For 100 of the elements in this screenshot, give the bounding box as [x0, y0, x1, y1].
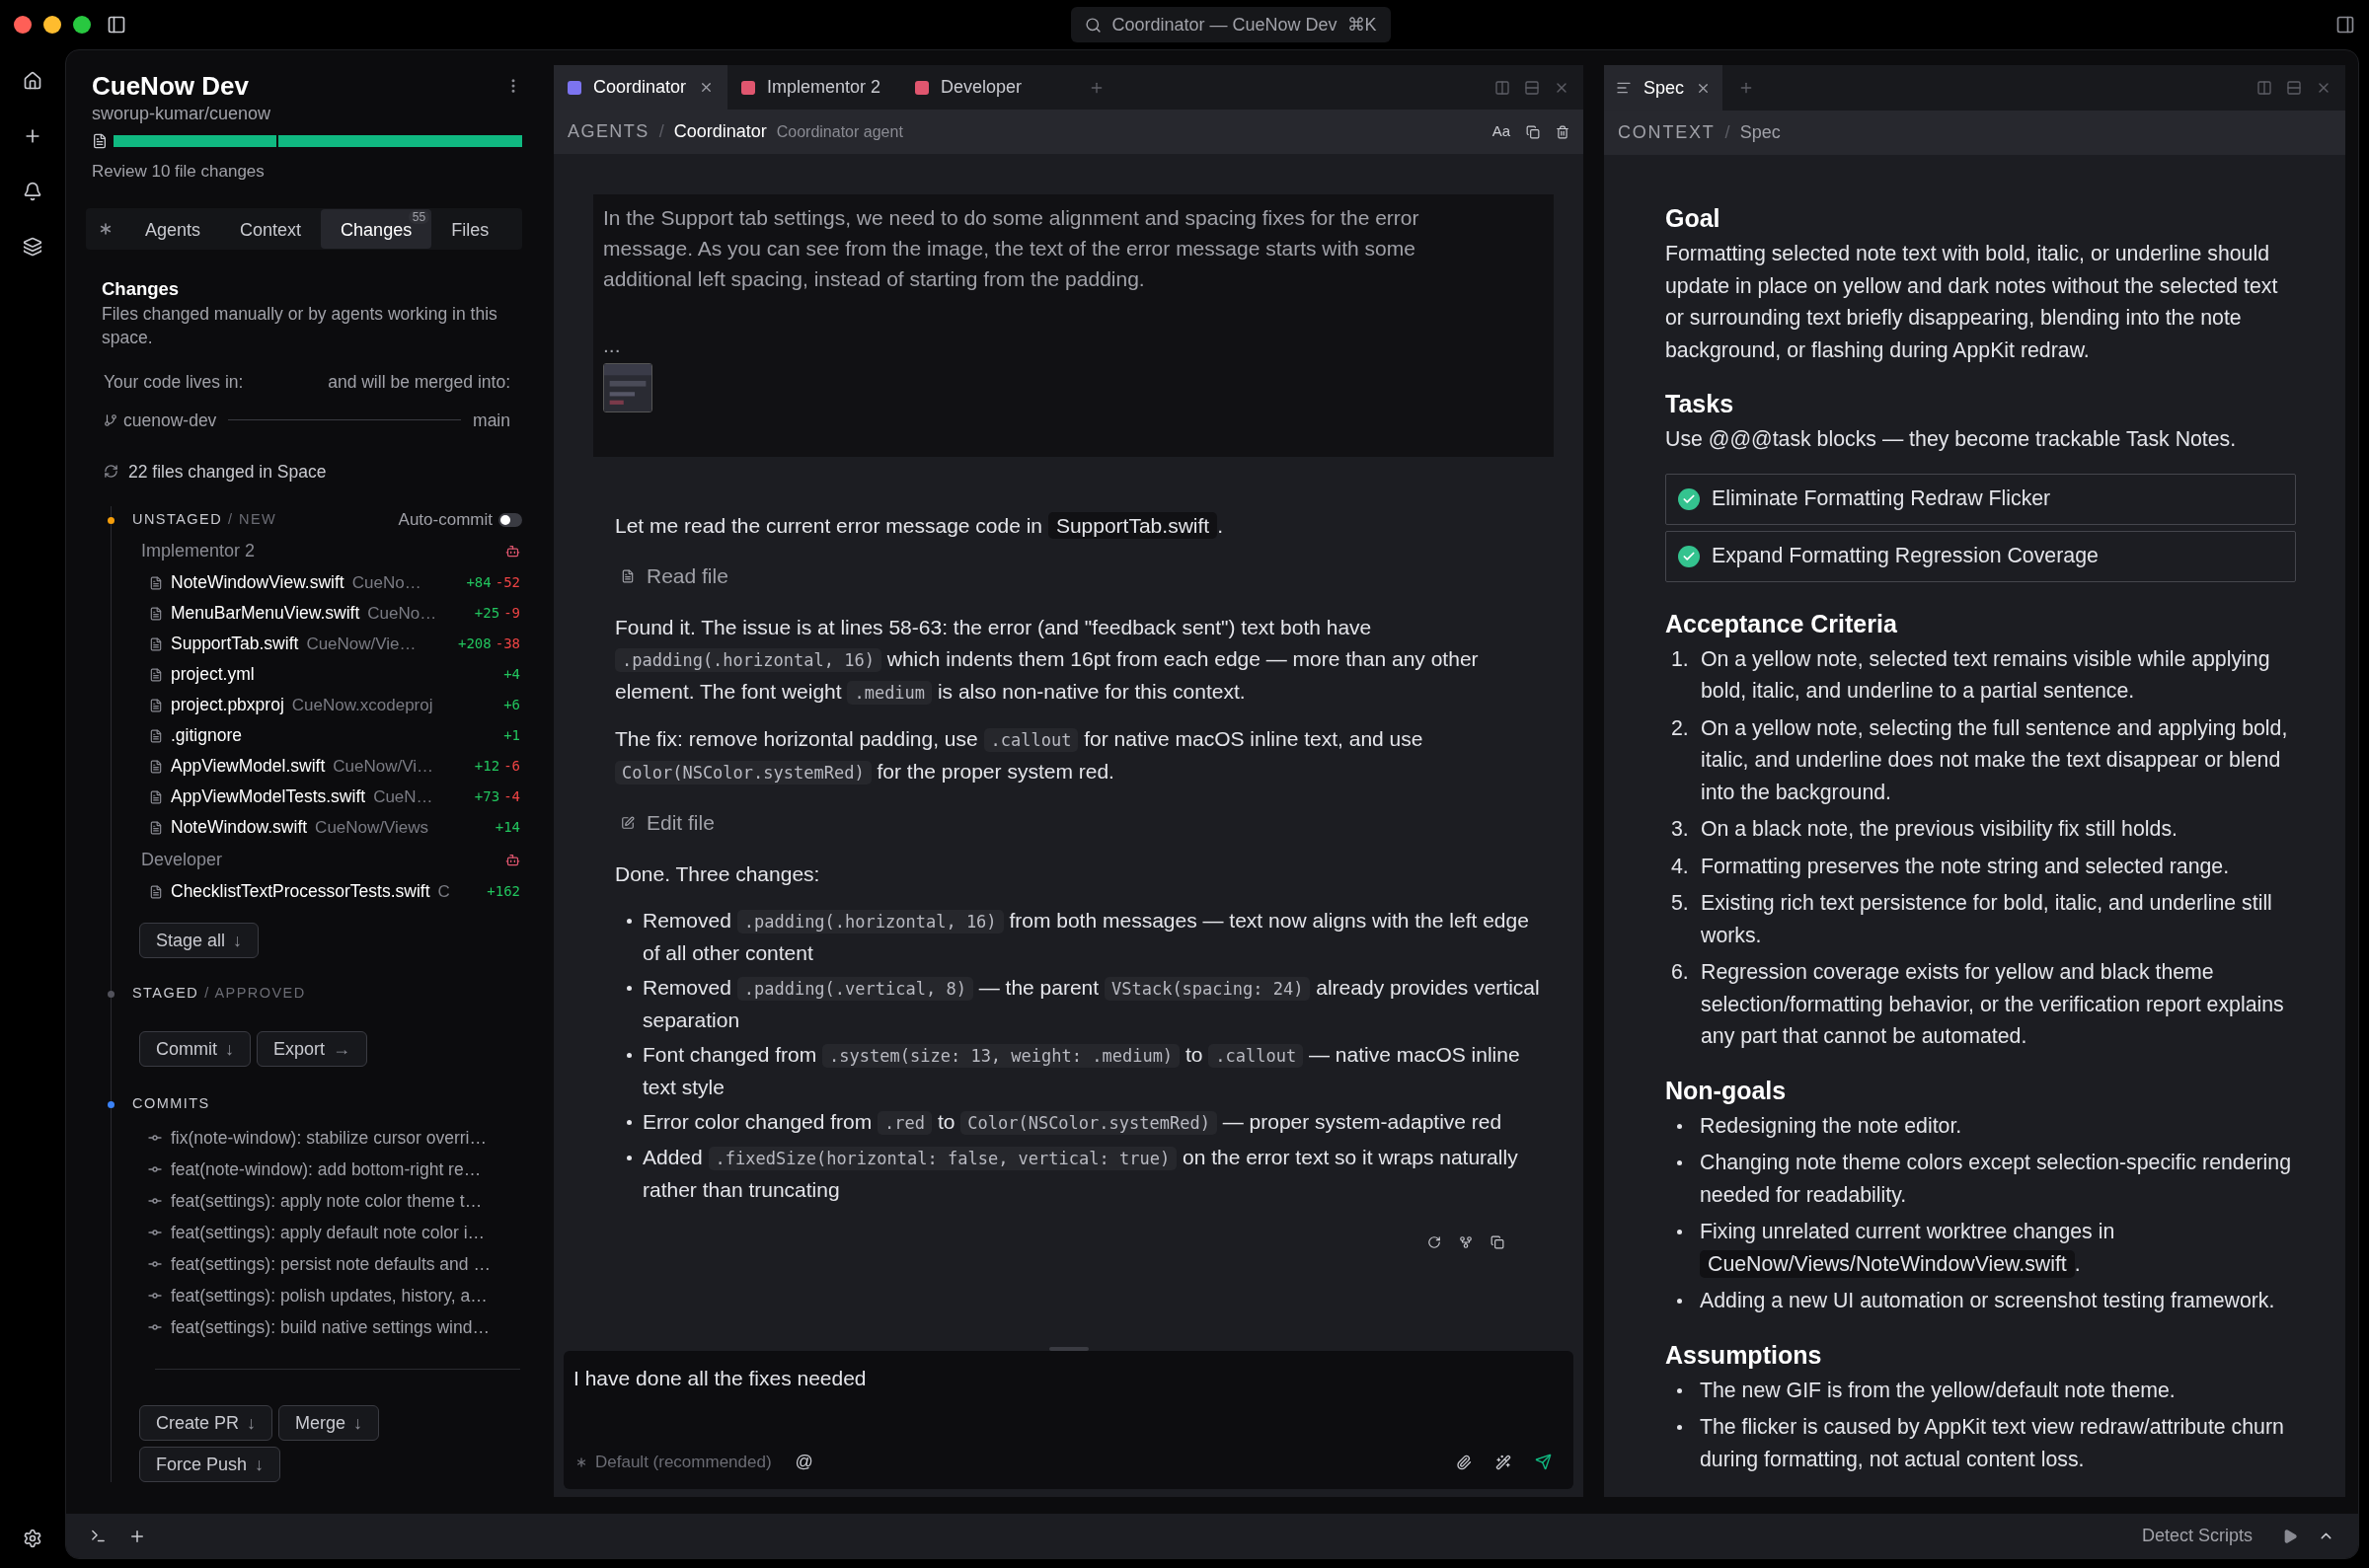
file-name[interactable]: NoteWindow.swift: [171, 814, 308, 841]
trash-icon[interactable]: [1556, 124, 1569, 139]
commit-message[interactable]: fix(note-window): stabilize cursor overri…: [171, 1124, 487, 1152]
fork-icon[interactable]: [1459, 1235, 1473, 1249]
tab[interactable]: Context: [220, 208, 322, 249]
file-name[interactable]: project.pbxproj: [171, 692, 284, 718]
section-heading: Assumptions: [1665, 1339, 1823, 1371]
file-icon: [149, 820, 163, 835]
file-name[interactable]: AppViewModelTests.swift: [171, 784, 366, 810]
commit-message[interactable]: feat(settings): apply note color theme t…: [171, 1187, 483, 1215]
bullet-icon: [1677, 1230, 1682, 1234]
section-heading: Goal: [1665, 203, 1721, 234]
task-card[interactable]: Eliminate Formatting Redraw Flicker: [1665, 473, 2296, 525]
split-vertical-icon[interactable]: [1494, 79, 1510, 96]
tab[interactable]: Files: [431, 208, 509, 249]
tab[interactable]: Coordinator: [554, 65, 727, 110]
added-count: +208: [458, 635, 492, 653]
tab[interactable]: Implementor 2: [727, 65, 901, 110]
file-name[interactable]: .gitignore: [171, 722, 242, 749]
commit-message[interactable]: feat(settings): build native settings wind…: [171, 1313, 490, 1341]
zoom-window-button[interactable]: [73, 16, 91, 34]
send-icon[interactable]: [1535, 1454, 1552, 1470]
file-icon: [149, 575, 163, 590]
retry-icon[interactable]: [1427, 1235, 1441, 1249]
changes-description: Files changed manually or by agents working in this space.: [101, 303, 498, 350]
task-title: Eliminate Formatting Redraw Flicker: [1712, 485, 2051, 513]
resize-handle[interactable]: [1048, 1347, 1089, 1351]
layers-icon[interactable]: [23, 237, 42, 257]
file-name[interactable]: project.yml: [171, 661, 255, 688]
tab[interactable]: Spec: [1604, 65, 1723, 111]
file-icon: [149, 667, 163, 682]
breadcrumb-section[interactable]: AGENTS: [568, 118, 650, 145]
attach-icon[interactable]: [1456, 1454, 1472, 1470]
file-icon: [149, 636, 163, 651]
file-icon: [149, 698, 163, 712]
list-number: 1.: [1671, 645, 1690, 673]
changes-heading: Changes: [101, 276, 181, 301]
minimize-window-button[interactable]: [43, 16, 61, 34]
sidebar-toggle-icon[interactable]: [107, 15, 126, 35]
auto-commit-toggle[interactable]: [498, 513, 522, 527]
tab[interactable]: Changes 55: [321, 208, 432, 249]
section-text: Use @@@task blocks — they become trackable Task Notes.: [1665, 426, 2238, 453]
split-horizontal-icon[interactable]: [2286, 80, 2302, 96]
copy-icon[interactable]: [1490, 1235, 1504, 1249]
commit-message[interactable]: feat(settings): persist note defaults and …: [171, 1250, 491, 1278]
message-paragraph: Found it. The issue is at lines 58-63: the error (and "feedback sent") text both have .padding(.horizontal, 16) which indents them 16pt from each edge — more than any other element. The font weight .medium is also non-native for this context.: [615, 615, 1480, 707]
tool-label[interactable]: Edit file: [647, 807, 715, 839]
file-path: C: [437, 880, 450, 903]
added-count: +12: [474, 757, 500, 776]
message-input[interactable]: I have done all the fixes needed: [573, 1363, 1564, 1394]
branch-name: cuenow-dev: [123, 409, 217, 432]
action-button[interactable]: Force Push ↓: [139, 1447, 281, 1482]
action-button[interactable]: Stage all ↓: [139, 923, 260, 958]
text-size-button[interactable]: Aa: [1491, 120, 1510, 143]
breadcrumb-separator: /: [1724, 121, 1730, 144]
tab[interactable]: Developer: [901, 65, 1075, 110]
close-icon[interactable]: [699, 80, 714, 95]
edit-icon: [621, 816, 635, 830]
space-title: CueNow Dev: [92, 70, 249, 102]
close-window-button[interactable]: [14, 16, 32, 34]
tab[interactable]: Agents: [125, 208, 221, 249]
home-icon[interactable]: [23, 71, 42, 91]
breadcrumb-title: Spec: [1739, 121, 1781, 144]
refresh-icon[interactable]: [104, 464, 118, 480]
commit-message[interactable]: feat(note-window): add bottom-right re…: [171, 1156, 482, 1183]
file-name[interactable]: SupportTab.swift: [171, 631, 299, 657]
split-horizontal-icon[interactable]: [1524, 79, 1540, 96]
right-sidebar-icon[interactable]: [2335, 15, 2355, 35]
settings-icon[interactable]: [23, 1529, 42, 1548]
file-name[interactable]: NoteWindowView.swift: [171, 569, 344, 596]
section-text: Formatting selected note text with bold, italic, or underline should update in place on yellow and dark notes without the selected text or surrounding text briefly disappearing, blending into the note background, or flashing during AppKit redraw.: [1665, 241, 2279, 364]
copy-icon[interactable]: [1526, 124, 1540, 139]
detect-scripts-button[interactable]: Detect Scripts: [2141, 1523, 2253, 1549]
files-summary: 22 files changed in Space: [128, 460, 327, 484]
list-number: 2.: [1671, 714, 1690, 742]
review-link[interactable]: Review 10 file changes: [92, 159, 522, 185]
tool-label[interactable]: Read file: [647, 560, 728, 592]
commit-message[interactable]: feat(settings): apply default note color i…: [171, 1219, 486, 1246]
split-vertical-icon[interactable]: [2256, 80, 2272, 96]
action-button[interactable]: Export →: [257, 1031, 368, 1067]
breadcrumb-section[interactable]: CONTEXT: [1618, 119, 1716, 146]
mention-button[interactable]: @: [795, 1449, 813, 1475]
list-item: Formatting preserves the note string and selected range.: [1701, 853, 2230, 880]
target-branch: main: [473, 409, 510, 432]
model-selector[interactable]: Default (recommended): [595, 1449, 772, 1475]
action-button[interactable]: Create PR ↓: [139, 1405, 273, 1441]
play-icon[interactable]: [2282, 1528, 2298, 1544]
magic-wand-icon[interactable]: [1495, 1454, 1511, 1470]
terminal-icon[interactable]: [90, 1528, 107, 1544]
action-button[interactable]: Commit ↓: [139, 1031, 251, 1067]
bell-icon[interactable]: [23, 182, 42, 201]
file-name[interactable]: AppViewModel.swift: [171, 753, 326, 780]
action-button[interactable]: Merge ↓: [278, 1405, 380, 1441]
removed-count: -9: [503, 604, 520, 623]
file-name[interactable]: ChecklistTextProcessorTests.swift: [171, 878, 430, 905]
command-search[interactable]: Coordinator — CueNow Dev ⌘K: [1071, 7, 1391, 42]
task-card[interactable]: Expand Formatting Regression Coverage: [1665, 530, 2296, 582]
list-number: 3.: [1671, 816, 1690, 843]
file-name[interactable]: MenuBarMenuView.swift: [171, 600, 360, 627]
commit-message[interactable]: feat(settings): polish updates, history, a…: [171, 1282, 488, 1309]
